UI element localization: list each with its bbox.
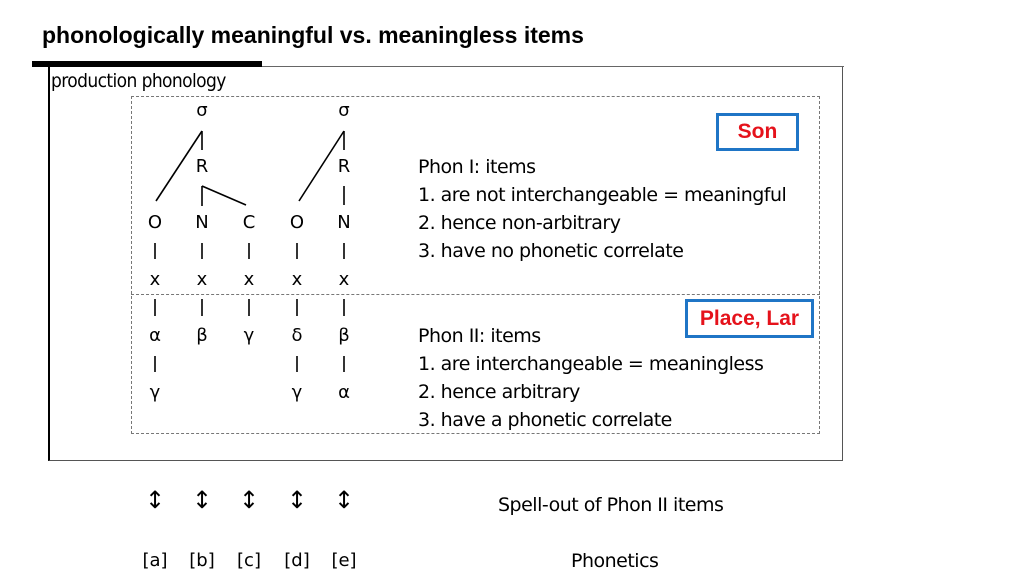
- section-label: production phonology: [51, 70, 226, 92]
- constituent-node: N: [337, 212, 351, 233]
- phon2-feature: β: [338, 325, 350, 346]
- phonetic-output: [a]: [142, 550, 168, 571]
- phon2-feature: α: [338, 382, 350, 403]
- spellout-arrow-icon: ↕: [238, 486, 260, 514]
- constituent-node: O: [147, 212, 163, 233]
- phonetic-output: [d]: [284, 550, 310, 571]
- skeletal-slot: x: [149, 269, 161, 290]
- phonetic-output: [e]: [331, 550, 357, 571]
- skeletal-slot: x: [243, 269, 255, 290]
- spellout-arrow-icon: ↕: [144, 486, 166, 514]
- phonetics-label: Phonetics: [571, 550, 659, 572]
- rime-node: R: [195, 156, 209, 177]
- phon2-point: 2. hence arbitrary: [418, 381, 580, 403]
- place-lar-tag: Place, Lar: [685, 299, 814, 338]
- rime-node: R: [337, 156, 351, 177]
- spellout-arrow-icon: ↕: [191, 486, 213, 514]
- phon1-point: 3. have no phonetic correlate: [418, 240, 684, 262]
- phon2-heading: Phon II: items: [418, 325, 541, 347]
- phon2-feature: α: [149, 325, 161, 346]
- phon2-feature: γ: [291, 382, 303, 403]
- spellout-arrow-icon: ↕: [286, 486, 308, 514]
- phon1-heading: Phon I: items: [418, 156, 536, 178]
- constituent-node: O: [289, 212, 305, 233]
- slide-title: phonologically meaningful vs. meaningles…: [42, 22, 584, 48]
- skeletal-slot: x: [196, 269, 208, 290]
- phon1-point: 2. hence non-arbitrary: [418, 212, 621, 234]
- constituent-node: C: [242, 212, 256, 233]
- syllable-node: σ: [338, 100, 350, 121]
- constituent-node: N: [195, 212, 209, 233]
- phon2-feature: β: [196, 325, 208, 346]
- phon2-point: 3. have a phonetic correlate: [418, 409, 672, 431]
- phonetic-output: [c]: [237, 550, 261, 571]
- skeletal-slot: x: [291, 269, 303, 290]
- phon2-feature: γ: [243, 325, 255, 346]
- phon2-point: 1. are interchangeable = meaningless: [418, 353, 764, 375]
- spellout-arrow-icon: ↕: [333, 486, 355, 514]
- phon1-point: 1. are not interchangeable = meaningful: [418, 184, 787, 206]
- syllable-node: σ: [196, 100, 208, 121]
- phon-divider-line: [131, 294, 820, 295]
- phon2-feature: γ: [149, 382, 161, 403]
- spellout-label: Spell-out of Phon II items: [498, 494, 724, 516]
- skeletal-slot: x: [338, 269, 350, 290]
- phonetic-output: [b]: [189, 550, 215, 571]
- phon2-feature: δ: [291, 325, 303, 346]
- son-tag: Son: [716, 113, 799, 151]
